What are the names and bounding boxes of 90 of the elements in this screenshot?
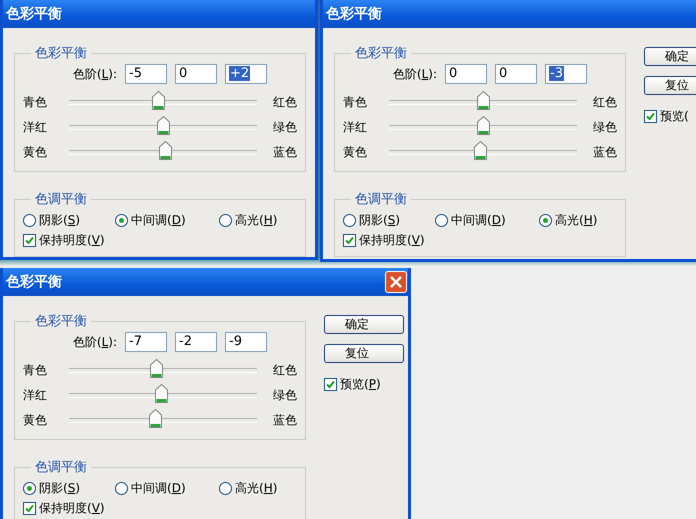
radio-label[interactable]: 中间调(D) [131,480,186,496]
dialog-button[interactable]: 复位 [324,344,404,363]
radio-button[interactable] [23,214,36,226]
radio-label[interactable]: 阴影(S) [39,212,80,228]
slider-thumb[interactable] [474,141,488,160]
radio-button[interactable] [219,482,232,494]
level-field[interactable]: -5 [125,64,167,84]
slider-label: 青色 [343,94,368,111]
group-title: 色调平衡 [34,459,88,476]
level-field[interactable]: -7 [125,332,167,352]
field-text: 0 [499,66,508,81]
level-field[interactable]: 0 [495,64,537,84]
checkbox[interactable] [343,234,356,246]
window-title: 色彩平衡 [326,5,382,23]
radio-button[interactable] [343,214,356,226]
checkbox[interactable] [23,234,36,246]
level-field[interactable]: -3 [545,64,587,84]
level-field[interactable]: -9 [225,332,267,352]
level-field[interactable]: 0 [175,64,217,84]
radio-label[interactable]: 阴影(S) [39,480,80,496]
dialog-button[interactable]: 复位 [644,76,696,95]
slider-label: 蓝色 [592,144,617,161]
radio-button[interactable] [115,482,128,494]
slider-label: 红色 [272,94,297,111]
radio-label[interactable]: 高光(H) [555,212,598,228]
slider-thumb[interactable] [157,116,170,135]
window-title: 色彩平衡 [6,273,62,291]
slider-label: 青色 [23,94,48,111]
slider-thumb[interactable] [152,91,166,110]
field-text: +2 [229,66,250,81]
group-title: 色彩平衡 [354,45,408,62]
radio-button[interactable] [219,214,232,226]
level-field[interactable]: 0 [445,64,487,84]
group-title: 色彩平衡 [34,45,88,62]
radio-label[interactable]: 中间调(D) [451,212,506,228]
checkbox-label[interactable]: 预览(P) [340,376,381,393]
checkbox[interactable] [324,378,337,391]
checkbox-label[interactable]: 预览( [660,108,689,125]
radio-label[interactable]: 高光(H) [235,480,278,496]
slider-thumb[interactable] [477,116,490,135]
slider-label: 黄色 [23,412,48,429]
group-title: 色调平衡 [354,191,408,208]
slider-label: 青色 [23,362,48,379]
level-field[interactable]: -2 [175,332,217,352]
radio-label[interactable]: 高光(H) [235,212,278,228]
field-text: -2 [179,334,192,349]
slider-label: 洋红 [23,387,48,404]
dialog-button[interactable]: 确定 [324,315,404,334]
slider-label: 绿色 [272,119,297,136]
field-text: -3 [549,66,564,81]
slider-thumb[interactable] [155,384,168,403]
dialog-button[interactable]: 确定 [644,47,696,66]
radio-label[interactable]: 中间调(D) [131,212,186,228]
slider-thumb[interactable] [158,141,172,160]
group-title: 色调平衡 [34,191,88,208]
slider-label: 红色 [272,362,297,379]
slider-thumb[interactable] [150,359,164,378]
checkbox[interactable] [644,110,657,123]
levels-label: 色阶(L): [72,66,117,82]
slider-thumb[interactable] [477,91,490,110]
slider-label: 洋红 [23,119,48,136]
radio-button[interactable] [435,214,448,226]
slider-label: 黄色 [23,144,48,161]
slider-label: 蓝色 [272,144,297,161]
slider-thumb[interactable] [148,409,162,428]
checkbox-label[interactable]: 保持明度(V) [359,232,425,248]
radio-label[interactable]: 阴影(S) [359,212,400,228]
radio-button[interactable] [539,214,552,226]
levels-label: 色阶(L): [392,66,437,82]
levels-label: 色阶(L): [72,334,117,350]
field-text: -9 [229,334,242,349]
field-text: -7 [129,334,142,349]
field-text: 0 [449,66,458,81]
window-title: 色彩平衡 [6,5,62,23]
checkbox[interactable] [23,502,36,514]
slider-label: 蓝色 [272,412,297,429]
slider-label: 洋红 [343,119,368,136]
field-text: -5 [129,66,142,81]
level-field[interactable]: +2 [225,64,267,84]
close-icon[interactable] [385,271,407,293]
checkbox-label[interactable]: 保持明度(V) [39,500,105,516]
checkbox-label[interactable]: 保持明度(V) [39,232,105,248]
field-text: 0 [179,66,188,81]
slider-label: 绿色 [272,387,297,404]
slider-label: 黄色 [343,144,368,161]
slider-label: 红色 [592,94,617,111]
slider-label: 绿色 [592,119,617,136]
radio-button[interactable] [23,482,36,494]
group-title: 色彩平衡 [34,313,88,330]
radio-button[interactable] [115,214,128,226]
